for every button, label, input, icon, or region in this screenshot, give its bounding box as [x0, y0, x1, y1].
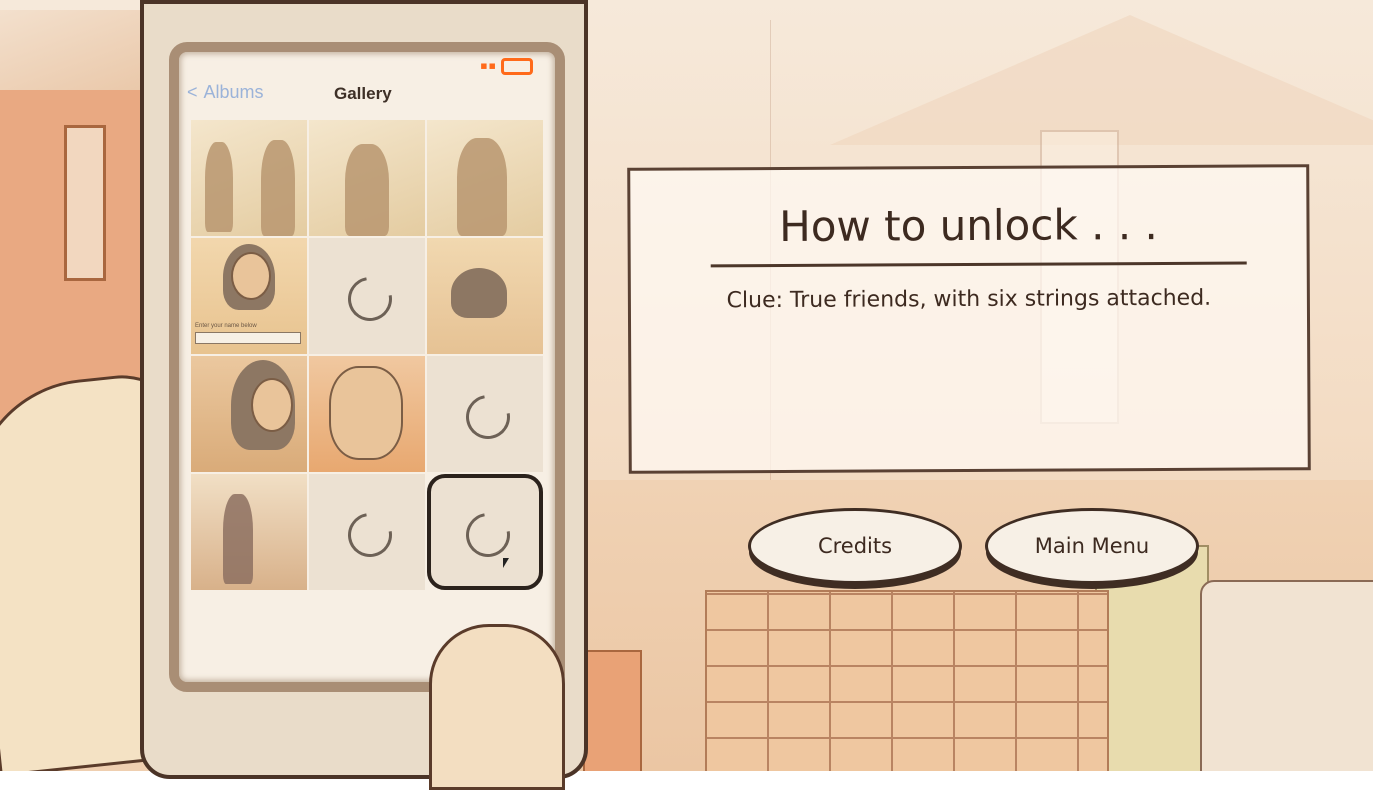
- gallery-cell[interactable]: [309, 356, 425, 472]
- silhouette-figure: [261, 140, 295, 236]
- enter-name-prompt: Enter your name below: [195, 323, 301, 344]
- albums-back-button[interactable]: < Albums: [187, 82, 264, 103]
- main-menu-button-label: Main Menu: [1034, 534, 1150, 558]
- albums-back-label: Albums: [203, 82, 264, 102]
- panel-title: How to unlock . . .: [779, 200, 1158, 251]
- gallery-cell[interactable]: [191, 356, 307, 472]
- thumb: [429, 624, 565, 790]
- battery-icon: [501, 58, 533, 75]
- panel-divider: [710, 261, 1247, 268]
- gallery-cell[interactable]: [309, 474, 425, 590]
- panel-clue: Clue: True friends, with six strings att…: [726, 285, 1212, 314]
- loading-spinner-icon: [457, 386, 519, 448]
- brick-wall: [705, 590, 1109, 771]
- loading-spinner-icon: [339, 504, 401, 566]
- photo-body: [329, 366, 403, 460]
- gallery-cell[interactable]: [309, 238, 425, 354]
- gallery-cell[interactable]: [427, 120, 543, 236]
- unlock-hint-panel: How to unlock . . . Clue: True friends, …: [627, 164, 1311, 474]
- mouse-cursor-icon: [503, 558, 509, 568]
- gallery-title: Gallery: [334, 84, 392, 103]
- gallery-cell[interactable]: [427, 238, 543, 354]
- credits-button[interactable]: Credits: [748, 508, 962, 584]
- name-input-bar: [195, 332, 301, 344]
- trash-bin: [1200, 580, 1373, 771]
- gallery-cell[interactable]: [427, 356, 543, 472]
- photo-figure: [223, 494, 253, 584]
- main-menu-button[interactable]: Main Menu: [985, 508, 1199, 584]
- loading-spinner-icon: [339, 268, 401, 330]
- silhouette-figure: [345, 144, 389, 236]
- loading-spinner-icon: [457, 504, 519, 566]
- signal-icon: ▪▪: [480, 59, 497, 72]
- silhouette-figure: [205, 142, 233, 232]
- left-house-window: [64, 125, 106, 281]
- phone: ▪▪ < Albums Gallery Enter your name below: [140, 0, 588, 790]
- photo-face: [231, 252, 271, 300]
- gallery-cell[interactable]: Enter your name below: [191, 238, 307, 354]
- gallery-cell[interactable]: [191, 474, 307, 590]
- chevron-left-icon: <: [187, 82, 198, 102]
- photo-face: [251, 378, 293, 432]
- gallery-cell-selected[interactable]: [427, 474, 543, 590]
- gallery-cell[interactable]: [191, 120, 307, 236]
- silhouette-figure: [457, 138, 507, 236]
- fence-post: [583, 650, 642, 771]
- enter-name-caption: Enter your name below: [195, 323, 257, 329]
- photo-hair: [451, 268, 507, 318]
- gallery-cell[interactable]: [309, 120, 425, 236]
- phone-screen: ▪▪ < Albums Gallery Enter your name below: [169, 42, 565, 692]
- credits-button-label: Credits: [817, 534, 893, 558]
- gallery-grid: Enter your name below: [191, 120, 543, 590]
